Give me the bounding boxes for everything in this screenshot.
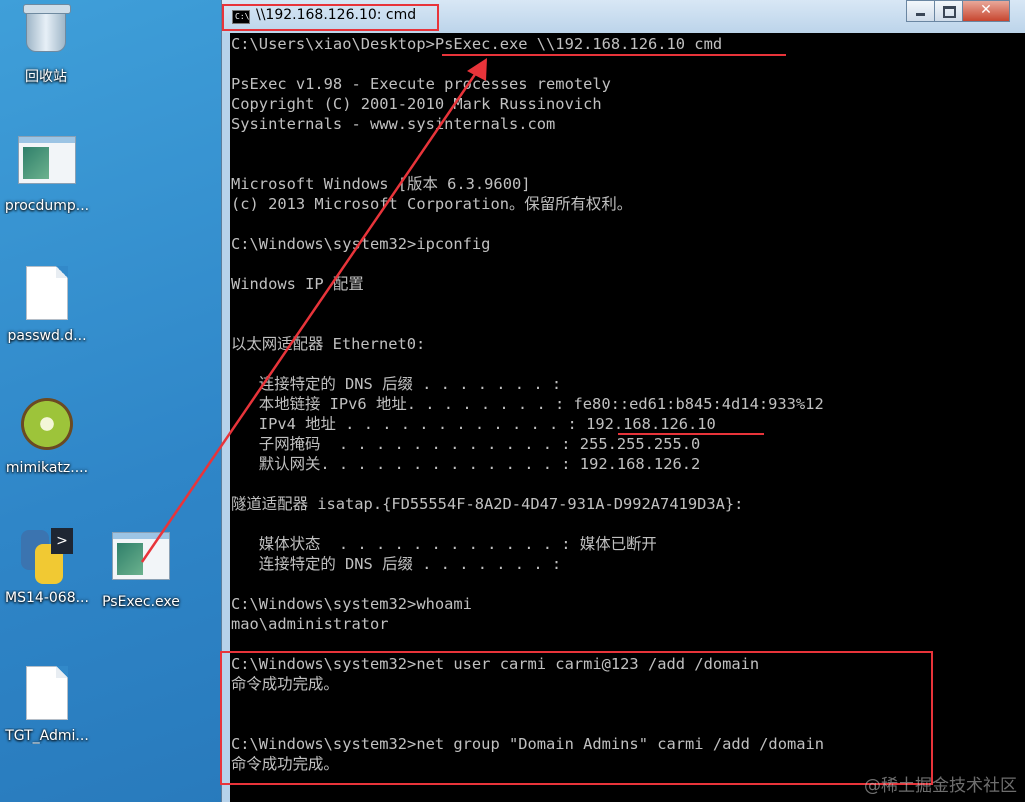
console-line: 子网掩码 . . . . . . . . . . . . : 255.255.2…: [231, 435, 701, 453]
desktop-icon-label: PsExec.exe: [102, 594, 180, 610]
desktop-icon-procdump[interactable]: procdump...: [0, 130, 95, 214]
desktop-icon-mimikatz[interactable]: mimikatz....: [0, 395, 95, 476]
desktop-icon-label: mimikatz....: [5, 460, 89, 476]
desktop: 回收站 procdump... passwd.d... mimikatz....…: [0, 0, 220, 802]
desktop-icon-passwd[interactable]: passwd.d...: [0, 263, 95, 344]
console-line: 默认网关. . . . . . . . . . . . . : 192.168.…: [231, 455, 701, 473]
title-highlight-box: [222, 4, 439, 31]
application-window-icon: [18, 136, 76, 194]
console-line: PsExec v1.98 - Execute processes remotel…: [231, 75, 611, 93]
console-line: IPv4 地址 . . . . . . . . . . . . : 192.16…: [231, 415, 716, 433]
console-line: 隧道适配器 isatap.{FD55554F-8A2D-4D47-931A-D9…: [231, 495, 744, 513]
console-line: 本地链接 IPv6 地址. . . . . . . . : fe80::ed61…: [231, 395, 824, 413]
console-line: 连接特定的 DNS 后缀 . . . . . . . :: [231, 375, 562, 393]
console-line: 媒体状态 . . . . . . . . . . . . : 媒体已断开: [231, 535, 657, 553]
minimize-button[interactable]: [906, 0, 935, 22]
console-line: Windows IP 配置: [231, 275, 364, 293]
console-line: C:\Windows\system32>ipconfig: [231, 235, 491, 253]
console-line: C:\Windows\system32>whoami: [231, 595, 472, 613]
desktop-icon-ms14-068[interactable]: > MS14-068...: [0, 526, 95, 606]
close-button[interactable]: [962, 0, 1010, 22]
console-line: Sysinternals - www.sysinternals.com: [231, 115, 556, 133]
desktop-icon-psexec[interactable]: PsExec.exe: [93, 526, 189, 610]
desktop-icon-label: MS14-068...: [5, 590, 89, 606]
file-icon: [18, 266, 76, 324]
psexec-command-underline: [442, 54, 786, 56]
file-icon: [18, 666, 76, 724]
console-line: 连接特定的 DNS 后缀 . . . . . . . :: [231, 555, 562, 573]
console-line: (c) 2013 Microsoft Corporation。保留所有权利。: [231, 195, 633, 213]
python-script-icon: >: [18, 528, 76, 586]
console-line: 以太网适配器 Ethernet0:: [231, 335, 426, 353]
desktop-icon-label: 回收站: [25, 69, 67, 85]
desktop-icon-recycle-bin[interactable]: 回收站: [0, 0, 94, 86]
window-caption-buttons: [906, 0, 1010, 22]
desktop-icon-tgt-admin[interactable]: TGT_Admi...: [0, 663, 95, 744]
console-line: Microsoft Windows [版本 6.3.9600]: [231, 175, 531, 193]
desktop-icon-label: passwd.d...: [7, 328, 87, 344]
maximize-button[interactable]: [934, 0, 963, 22]
console-line: C:\Users\xiao\Desktop>PsExec.exe \\192.1…: [231, 35, 723, 53]
domain-admin-commands-box: [220, 651, 933, 785]
console-line: Copyright (C) 2001-2010 Mark Russinovich: [231, 95, 602, 113]
ipv4-address-underline: [618, 433, 764, 435]
console-line: mao\administrator: [231, 615, 389, 633]
desktop-icon-label: TGT_Admi...: [5, 728, 89, 744]
recycle-bin-icon: [17, 4, 75, 62]
application-window-icon: [112, 532, 170, 590]
desktop-icon-label: procdump...: [4, 198, 90, 214]
watermark-text: @稀土掘金技术社区: [864, 776, 1017, 796]
kiwi-icon: [18, 398, 76, 456]
